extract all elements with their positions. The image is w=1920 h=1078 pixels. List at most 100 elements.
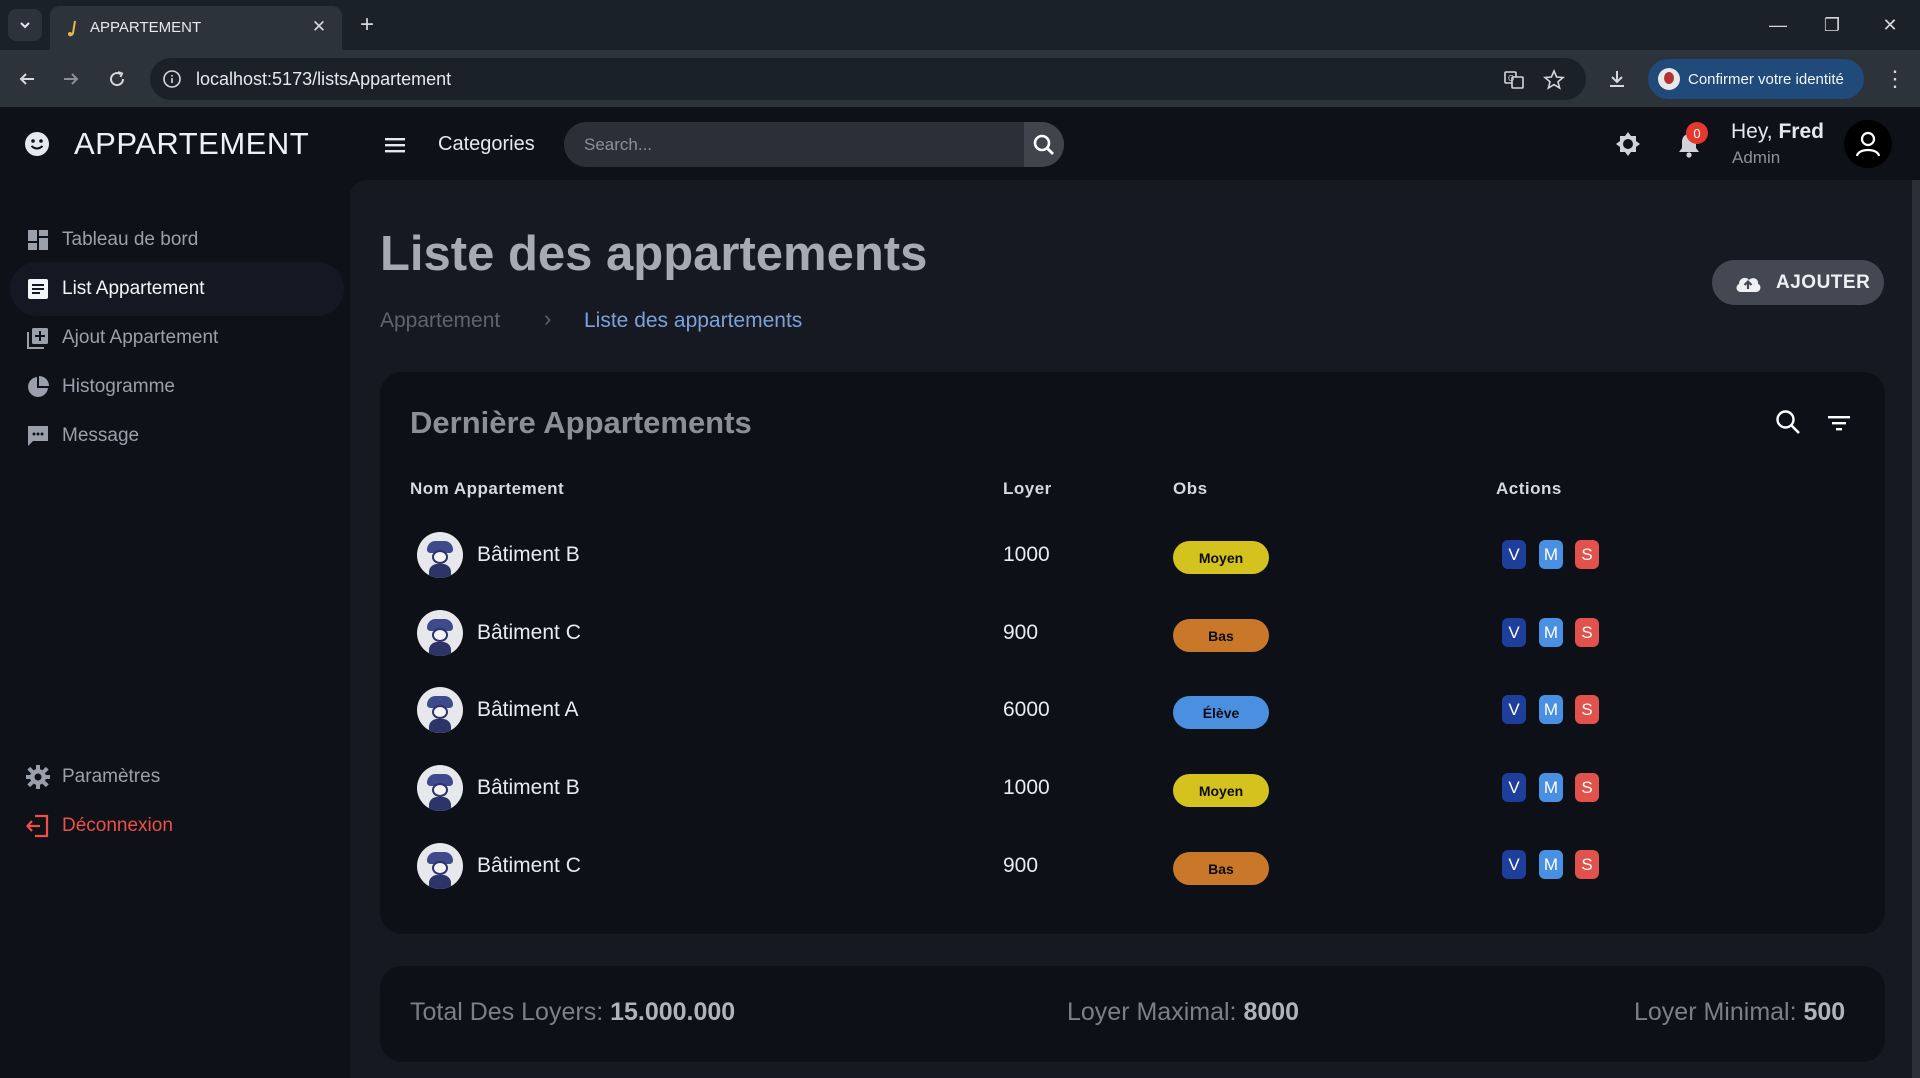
view-button[interactable]: V [1502,540,1526,569]
row-name: Bâtiment B [477,776,580,799]
delete-button[interactable]: S [1575,695,1599,724]
stat-total-loyers: Total Des Loyers: 15.000.000 [410,998,735,1027]
favicon-icon [68,20,76,37]
cloud-upload-icon [1736,277,1761,292]
delete-button[interactable]: S [1575,850,1599,879]
row-loyer: 900 [1003,854,1039,877]
logout-icon [24,812,52,840]
download-icon [1610,71,1624,87]
column-header-loyer[interactable]: Loyer [1003,479,1052,499]
breadcrumb-appartement[interactable]: Appartement [380,309,500,333]
translate-icon[interactable]: G [1502,68,1526,92]
row-loyer: 6000 [1003,698,1050,721]
sidebar-item-message[interactable]: Message [10,409,344,463]
view-button[interactable]: V [1502,618,1526,647]
sidebar: APPARTEMENT Tableau de bord List Apparte… [0,108,350,1078]
search-icon[interactable] [1774,408,1802,436]
obs-badge: Bas [1173,619,1269,652]
chevron-down-icon [20,22,30,29]
tab-close-icon[interactable]: ✕ [308,16,330,38]
identity-label: Confirmer votre identité [1688,70,1844,88]
sidebar-item-histogramme[interactable]: Histogramme [10,360,344,414]
search-button[interactable] [1024,122,1064,167]
sidebar-item-list-appartement[interactable]: List Appartement [10,262,344,316]
user-avatar-button[interactable] [1844,120,1892,168]
download-button[interactable] [1602,64,1632,94]
browser-menu-icon[interactable]: ⋮ [1880,64,1910,94]
categories-link[interactable]: Categories [438,133,535,156]
tab-search-button[interactable] [8,9,42,41]
sidebar-item-ajout-appartement[interactable]: Ajout Appartement [10,311,344,365]
modify-button[interactable]: M [1539,618,1563,647]
star-icon [1543,69,1565,90]
search-box [564,122,1064,167]
stat-loyer-minimal: Loyer Minimal: 500 [1634,998,1845,1027]
back-button[interactable] [12,64,42,94]
modify-button[interactable]: M [1539,695,1563,724]
obs-badge: Moyen [1173,541,1269,574]
identity-button[interactable]: Confirmer votre identité [1648,59,1864,99]
restore-button[interactable]: ❐ [1812,10,1852,40]
bookmark-star-icon[interactable] [1542,68,1566,92]
scrollbar[interactable] [1912,180,1920,1078]
user-name: Fred [1778,120,1824,143]
appartement-avatar [417,687,463,733]
browser-tab[interactable]: APPARTEMENT ✕ [50,6,342,50]
add-button-label: AJOUTER [1776,271,1871,293]
url-field[interactable]: localhost:5173/listsAppartement G [150,58,1586,100]
sidebar-item-parametres[interactable]: Paramètres [10,750,344,804]
sidebar-item-label: Histogramme [62,376,175,397]
modify-button[interactable]: M [1539,540,1563,569]
sidebar-item-label: List Appartement [62,278,205,299]
modify-button[interactable]: M [1539,773,1563,802]
new-tab-button[interactable]: + [352,10,382,40]
stat-value: 500 [1803,998,1846,1026]
search-input[interactable] [564,122,1024,167]
minimize-button[interactable]: — [1758,10,1798,40]
sidebar-item-deconnexion[interactable]: Déconnexion [10,799,344,853]
sidebar-item-label: Message [62,425,140,446]
column-header-nom[interactable]: Nom Appartement [410,479,564,499]
user-greeting: Hey, Fred [1731,120,1824,144]
column-header-actions: Actions [1496,479,1562,498]
hamburger-icon [385,138,405,153]
delete-button[interactable]: S [1575,618,1599,647]
theme-toggle-button[interactable] [1612,128,1644,160]
delete-button[interactable]: S [1575,773,1599,802]
delete-button[interactable]: S [1575,540,1599,569]
breadcrumb-chevron-icon: › [544,306,552,331]
message-icon [24,422,52,450]
reload-button[interactable] [102,64,132,94]
view-button[interactable]: V [1502,773,1526,802]
menu-toggle-button[interactable] [380,130,410,160]
notification-count-badge: 0 [1686,122,1708,144]
close-window-button[interactable]: ✕ [1870,10,1910,40]
greeting-text: Hey, [1731,120,1779,143]
modify-button[interactable]: M [1539,850,1563,879]
brightness-icon [1616,132,1640,156]
row-name: Bâtiment A [477,698,579,721]
forward-button[interactable] [56,64,86,94]
filter-icon[interactable] [1826,410,1852,436]
view-button[interactable]: V [1502,850,1526,879]
page-title: Liste des appartements [380,227,928,281]
add-appartement-button[interactable]: AJOUTER [1712,260,1884,305]
dashboard-icon [24,226,52,254]
gear-icon [24,763,52,791]
sidebar-item-label: Tableau de bord [62,229,199,250]
translate-glyph: G [1504,71,1524,89]
row-loyer: 1000 [1003,776,1050,799]
browser-address-bar: localhost:5173/listsAppartement G Confir… [0,50,1920,108]
card-title: Dernière Appartements [410,405,752,440]
appartements-card [380,372,1885,934]
brand-name: APPARTEMENT [74,126,310,161]
stat-loyer-maximal: Loyer Maximal: 8000 [1067,998,1299,1027]
site-info-icon[interactable] [162,69,182,89]
column-header-obs: Obs [1173,479,1208,498]
obs-badge: Élève [1173,696,1269,729]
profile-avatar [1658,68,1680,90]
view-button[interactable]: V [1502,695,1526,724]
stat-label: Loyer Maximal: [1067,998,1244,1026]
stat-label: Loyer Minimal: [1634,998,1804,1026]
sidebar-item-dashboard[interactable]: Tableau de bord [10,213,344,267]
